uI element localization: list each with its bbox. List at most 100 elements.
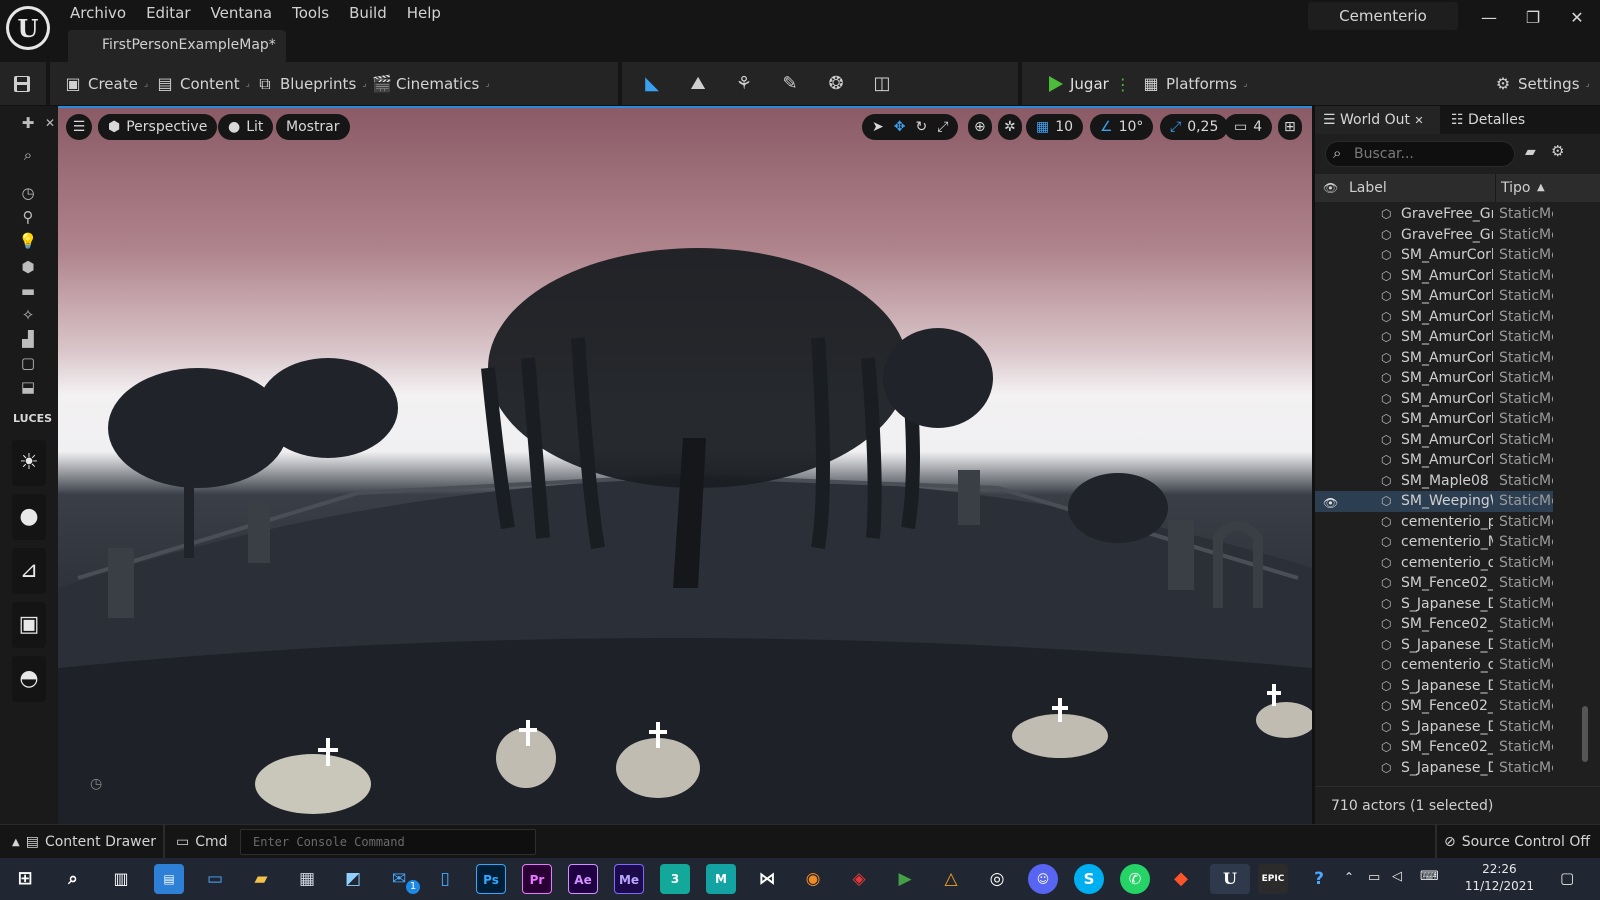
whatsapp-icon[interactable]: ✆ (1120, 864, 1150, 894)
media-player-icon[interactable]: ▶ (890, 864, 920, 894)
sky-light-icon[interactable]: ◓ (12, 656, 46, 702)
outliner-row[interactable]: ⬡ S_Japanese_D StaticMe (1315, 676, 1553, 697)
discord-icon[interactable]: ☺ (1028, 864, 1058, 894)
foliage-mode-icon[interactable]: ⚘ (732, 72, 756, 96)
place-actors-icon[interactable]: ✚ (16, 112, 40, 134)
basic-shapes-icon[interactable]: ⚲ (16, 206, 40, 228)
after-effects-icon[interactable]: Ae (568, 864, 598, 894)
close-button[interactable]: ✕ (1562, 6, 1592, 30)
outliner-row[interactable]: ⬡ cementerio_de StaticMe (1315, 655, 1553, 676)
outliner-search-input[interactable]: Buscar... (1325, 141, 1515, 167)
play-button[interactable]: Jugar ⋮ (1046, 62, 1131, 106)
system-clock[interactable]: 22:26 11/12/2021 (1465, 861, 1534, 895)
shapes-icon[interactable]: ⬢ (16, 256, 40, 278)
blender-icon[interactable]: ◉ (798, 864, 828, 894)
outliner-row[interactable]: ⬡ S_Japanese_D StaticMe (1315, 758, 1553, 779)
scale-icon[interactable]: ⤢ (937, 119, 948, 135)
play-options-icon[interactable]: ⋮ (1115, 75, 1131, 94)
network-icon[interactable]: ▭ (1368, 870, 1380, 885)
help-icon[interactable]: ? (1304, 864, 1334, 894)
console-input[interactable]: Enter Console Command (240, 829, 536, 855)
outliner-row[interactable]: ⬡ SM_AmurCork StaticMe (1315, 245, 1553, 266)
tab-world-outliner[interactable]: ☰ World Out ✕ (1315, 106, 1440, 134)
scale-snap-button[interactable]: ⤢ 0,25 (1160, 114, 1229, 140)
volumes-icon[interactable]: ▢ (16, 352, 40, 374)
column-type[interactable]: Tipo (1501, 174, 1530, 202)
outliner-row[interactable]: ⬡ SM_Fence02_5 StaticMe (1315, 737, 1553, 758)
outliner-row[interactable]: ⬡ SM_AmurCork StaticMe (1315, 307, 1553, 328)
outliner-row[interactable]: 👁⬡SM_WeepingWStaticMe (1315, 491, 1553, 512)
file-explorer-icon[interactable]: ▰ (246, 864, 276, 894)
outliner-row[interactable]: ⬡ SM_Fence02_5 StaticMe (1315, 573, 1553, 594)
outliner-row[interactable]: ⬡ GraveFree_Gra StaticMe (1315, 204, 1553, 225)
modeling-mode-icon[interactable]: ◫ (870, 72, 894, 96)
spot-light-icon[interactable]: ⊿ (12, 548, 46, 594)
perspective-button[interactable]: ⬢ Perspective (98, 114, 218, 140)
cinematic-icon[interactable]: ▬ (16, 280, 40, 302)
outliner-row[interactable]: ⬡ SM_Fence02_5 StaticMe (1315, 614, 1553, 635)
outliner-row[interactable]: ⬡ SM_AmurCork StaticMe (1315, 266, 1553, 287)
outliner-row[interactable]: ⬡ SM_AmurCork StaticMe (1315, 430, 1553, 451)
visual-effects-icon[interactable]: ✧ (16, 304, 40, 326)
calculator-icon[interactable]: ▦ (292, 864, 322, 894)
platforms-button[interactable]: ▦ Platforms ⌟ (1142, 62, 1247, 106)
new-folder-icon[interactable]: ▰ (1525, 144, 1536, 160)
outliner-row[interactable]: ⬡ cementerio_de StaticMe (1315, 553, 1553, 574)
menu-tools[interactable]: Tools (282, 4, 339, 22)
content-drawer-button[interactable]: ▲ ▤ Content Drawer (12, 825, 156, 859)
outliner-row[interactable]: ⬡ SM_Maple08 StaticMe (1315, 471, 1553, 492)
volume-icon[interactable]: ◁ (1392, 869, 1402, 884)
geometry-icon[interactable]: ▟ (16, 328, 40, 350)
move-icon[interactable]: ✥ (894, 119, 906, 135)
windows-start-icon[interactable]: ⊞ (10, 864, 40, 894)
all-classes-icon[interactable]: ⬓ (16, 376, 40, 398)
select-mode-icon[interactable]: ◣ (640, 72, 664, 96)
gear-icon[interactable]: ⚙ (1551, 142, 1564, 160)
column-label[interactable]: Label (1349, 174, 1387, 202)
outliner-row[interactable]: ⬡ SM_Fence02_5 StaticMe (1315, 696, 1553, 717)
outliner-row[interactable]: ⬡ S_Japanese_D StaticMe (1315, 635, 1553, 656)
tray-chevron-icon[interactable]: ⌃ (1344, 870, 1354, 884)
select-icon[interactable]: ➤ (872, 119, 884, 135)
substance-icon[interactable]: ◈ (844, 864, 874, 894)
outliner-row[interactable]: ⬡ SM_AmurCork StaticMe (1315, 348, 1553, 369)
outliner-row[interactable]: ⬡ SM_AmurCork StaticMe (1315, 286, 1553, 307)
menu-editar[interactable]: Editar (136, 4, 200, 22)
unreal-logo[interactable]: U (6, 6, 50, 50)
notifications-icon[interactable]: ▢ (1560, 869, 1574, 887)
zbrush-icon[interactable]: ⋈ (752, 864, 782, 894)
unreal-taskbar-icon[interactable]: U (1210, 864, 1250, 894)
task-view-icon[interactable]: ▥ (106, 864, 136, 894)
menu-archivo[interactable]: Archivo (60, 4, 136, 22)
mesh-paint-mode-icon[interactable]: ✎ (778, 72, 802, 96)
lights-icon[interactable]: 💡 (16, 230, 40, 252)
surface-snap-button[interactable]: ✲ (998, 114, 1022, 140)
show-button[interactable]: Mostrar (276, 114, 350, 140)
lit-button[interactable]: ● Lit (218, 114, 274, 140)
directional-light-icon[interactable]: ☀ (12, 440, 46, 486)
photoshop-icon[interactable]: Ps (476, 864, 506, 894)
minimize-button[interactable]: — (1474, 6, 1504, 30)
outliner-row[interactable]: ⬡ S_Japanese_D StaticMe (1315, 717, 1553, 738)
monitor-icon[interactable]: ▭ (200, 864, 230, 894)
3ds-max-icon[interactable]: 3 (660, 864, 690, 894)
outliner-row[interactable]: ⬡ SM_AmurCork StaticMe (1315, 327, 1553, 348)
outliner-row[interactable]: ⬡ SM_AmurCork StaticMe (1315, 409, 1553, 430)
visibility-column-icon[interactable]: 👁 (1323, 174, 1338, 202)
camera-speed-button[interactable]: ▭ 4 (1224, 114, 1273, 140)
world-space-button[interactable]: ⊕ (968, 114, 992, 140)
menu-ventana[interactable]: Ventana (201, 4, 283, 22)
skype-icon[interactable]: S (1074, 864, 1104, 894)
vlc-icon[interactable]: △ (936, 864, 966, 894)
settings-button[interactable]: ⚙ Settings ⌟ (1494, 62, 1590, 106)
phone-icon[interactable]: ▯ (430, 864, 460, 894)
maya-icon[interactable]: M (706, 864, 736, 894)
save-button[interactable] (12, 62, 32, 106)
point-light-icon[interactable]: ● (12, 494, 46, 540)
media-encoder-icon[interactable]: Me (614, 864, 644, 894)
recent-icon[interactable]: ◷ (16, 182, 40, 204)
rect-light-icon[interactable]: ▣ (12, 602, 46, 648)
menu-help[interactable]: Help (397, 4, 451, 22)
outliner-row[interactable]: ⬡ SM_AmurCork StaticMe (1315, 368, 1553, 389)
rotate-icon[interactable]: ↻ (915, 119, 927, 135)
